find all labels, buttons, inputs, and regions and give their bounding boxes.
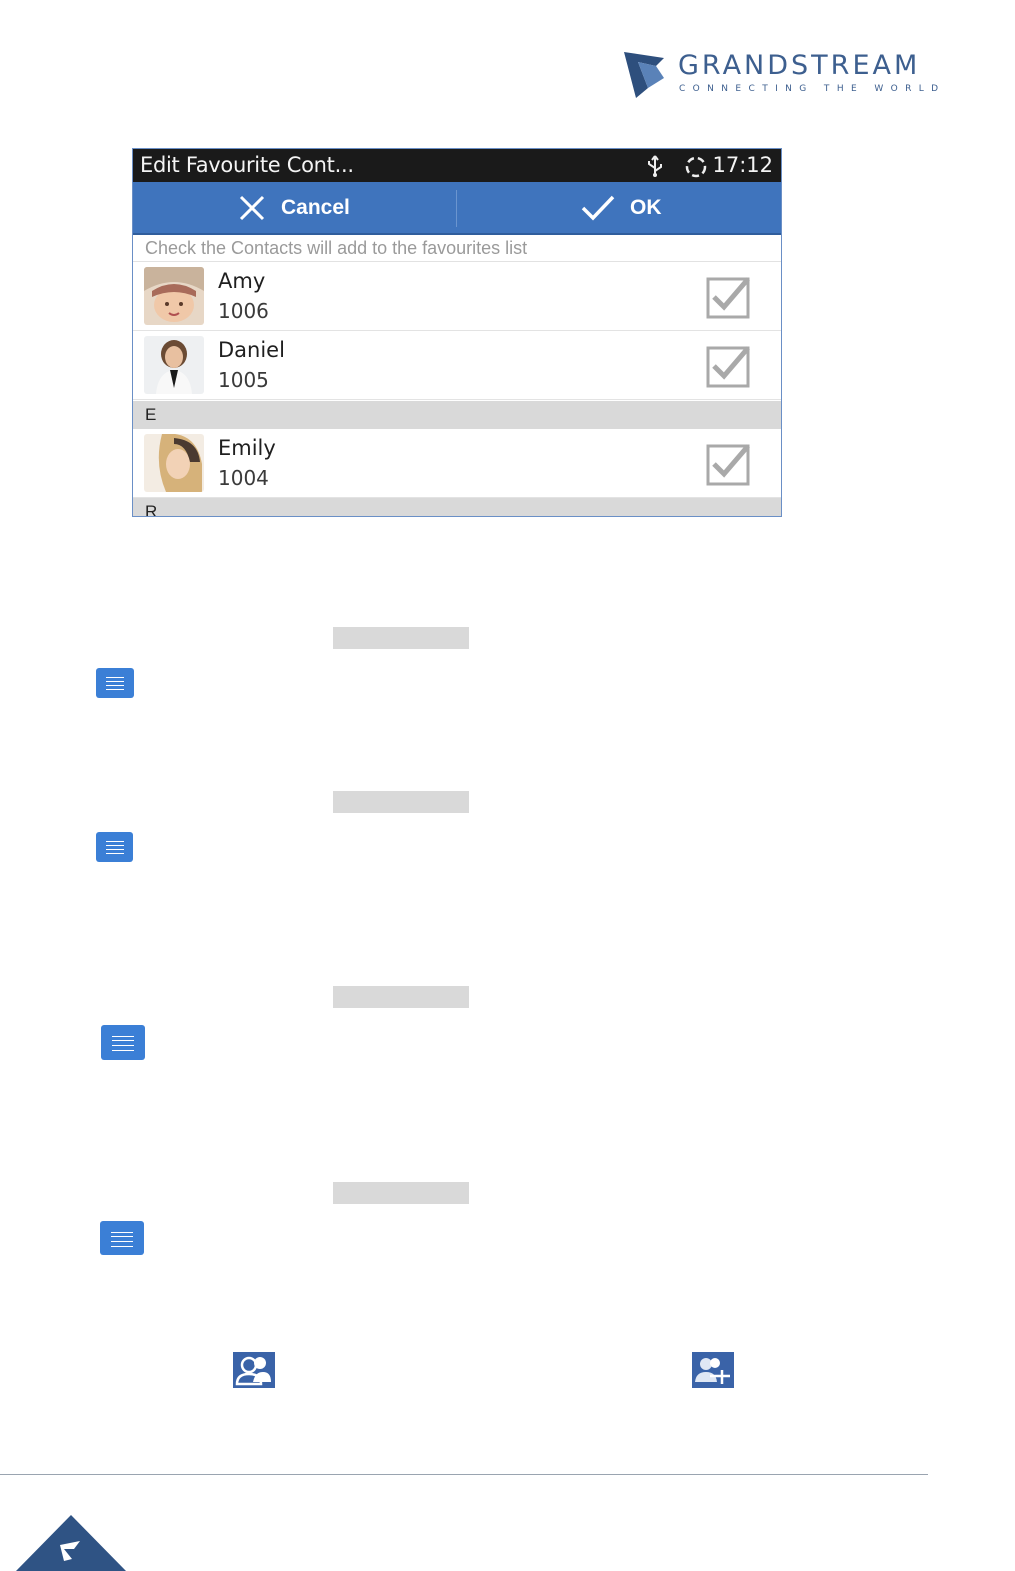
redacted-text-bar: [333, 627, 469, 649]
checkbox-checked-icon[interactable]: [706, 442, 752, 486]
menu-icon: [96, 832, 133, 862]
hint-bar: Check the Contacts will add to the favou…: [133, 235, 781, 262]
redacted-text-bar: [333, 986, 469, 1008]
contact-row[interactable]: Emily 1004: [133, 429, 781, 498]
contacts-icon: [233, 1352, 275, 1388]
menu-icon: [101, 1025, 145, 1060]
logo-brand-text: GRANDSTREAM: [678, 50, 921, 81]
action-bar: Cancel OK: [133, 182, 781, 235]
ok-button[interactable]: OK: [580, 182, 662, 233]
avatar: [144, 267, 204, 325]
menu-icon: [96, 668, 134, 698]
checkmark-icon: [581, 195, 615, 221]
redacted-text-bar: [333, 1182, 469, 1204]
avatar: [144, 434, 204, 492]
contact-name: Emily: [218, 436, 276, 460]
cancel-button[interactable]: Cancel: [237, 182, 350, 233]
section-letter: E: [145, 405, 157, 424]
status-time: 17:12: [712, 153, 773, 177]
hint-text: Check the Contacts will add to the favou…: [145, 238, 528, 258]
screen-title: Edit Favourite Cont...: [140, 153, 354, 177]
section-header: E: [133, 401, 781, 429]
sync-icon: [685, 156, 707, 178]
usb-icon: [648, 155, 662, 177]
section-header: R: [133, 498, 781, 517]
contact-number: 1005: [218, 368, 269, 392]
grandstream-mark-icon: [624, 52, 664, 98]
contact-number: 1006: [218, 299, 269, 323]
contact-row[interactable]: Daniel 1005: [133, 331, 781, 400]
footer-divider: [0, 1474, 928, 1475]
action-divider: [456, 190, 457, 227]
ok-label: OK: [630, 195, 662, 219]
close-icon: [239, 195, 265, 220]
add-contact-icon: [692, 1352, 734, 1388]
menu-icon: [100, 1221, 144, 1255]
phone-screenshot: Edit Favourite Cont... 17:12 Cancel OK C…: [132, 148, 782, 517]
status-bar: Edit Favourite Cont... 17:12: [133, 149, 781, 182]
contact-row[interactable]: Amy 1006: [133, 262, 781, 331]
section-letter: R: [145, 502, 158, 517]
footer-logo-mark-icon: [16, 1515, 126, 1571]
contact-name: Daniel: [218, 338, 285, 362]
cancel-label: Cancel: [281, 195, 350, 219]
checkbox-checked-icon[interactable]: [706, 344, 752, 388]
contact-name: Amy: [218, 269, 266, 293]
contact-number: 1004: [218, 466, 269, 490]
checkbox-checked-icon[interactable]: [706, 275, 752, 319]
grandstream-logo: GRANDSTREAM CONNECTING THE WORLD: [620, 48, 950, 102]
avatar: [144, 336, 204, 394]
redacted-text-bar: [333, 791, 469, 813]
logo-tagline: CONNECTING THE WORLD: [679, 84, 946, 94]
